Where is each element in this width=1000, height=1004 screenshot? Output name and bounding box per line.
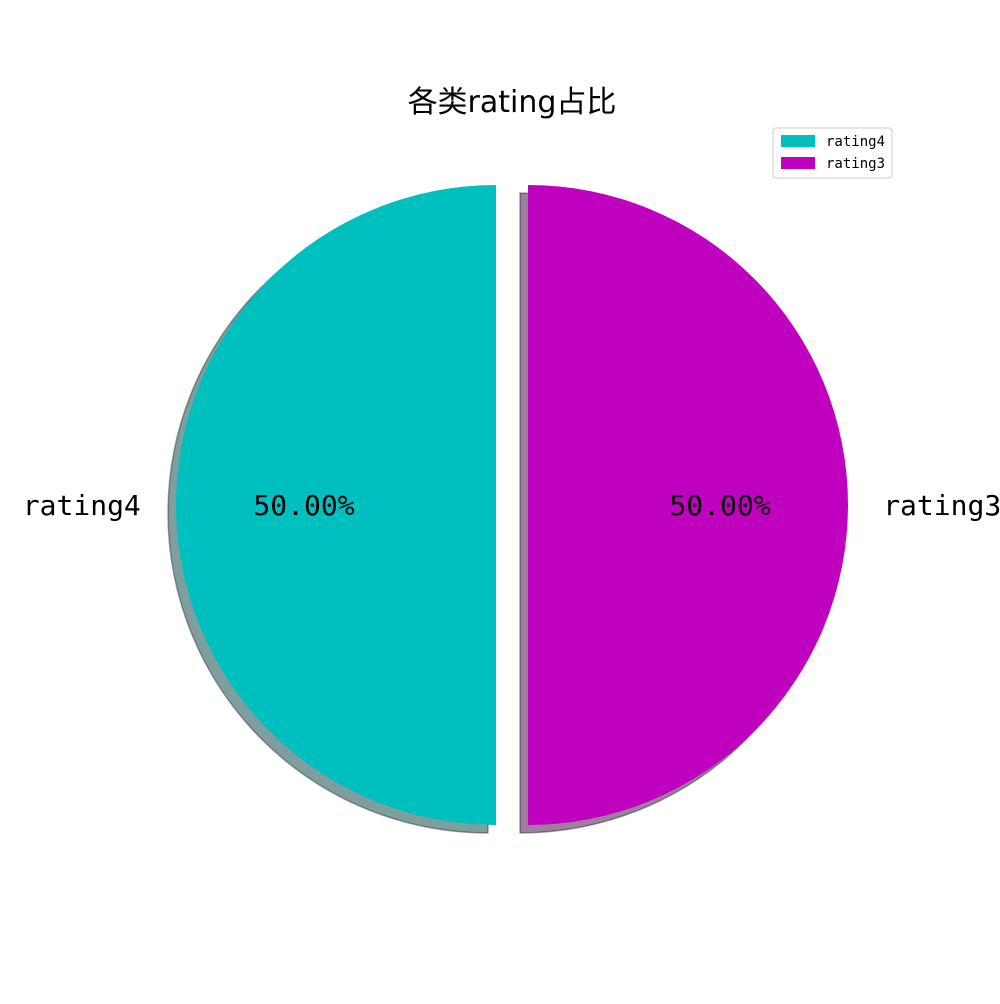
pie-chart-canvas: rating4 50.00% rating3 50.00% 各类rating占比 ra… [23, 85, 1000, 834]
slice-percent-rating4: 50.00% [253, 489, 354, 522]
legend-swatch-rating3 [781, 157, 815, 169]
legend-label-rating3: rating3 [826, 156, 885, 172]
legend-label-rating4: rating4 [826, 134, 885, 150]
slice-label-rating4: rating4 [23, 489, 141, 522]
pie-chart: rating4 50.00% rating3 50.00% 各类rating占比 ra… [0, 0, 1000, 1000]
chart-title: 各类rating占比 [408, 85, 617, 120]
slice-percent-rating3: 50.00% [669, 489, 770, 522]
legend: rating4 rating3 [772, 127, 893, 179]
slice-label-rating3: rating3 [883, 489, 1000, 522]
legend-swatch-rating4 [781, 135, 815, 147]
